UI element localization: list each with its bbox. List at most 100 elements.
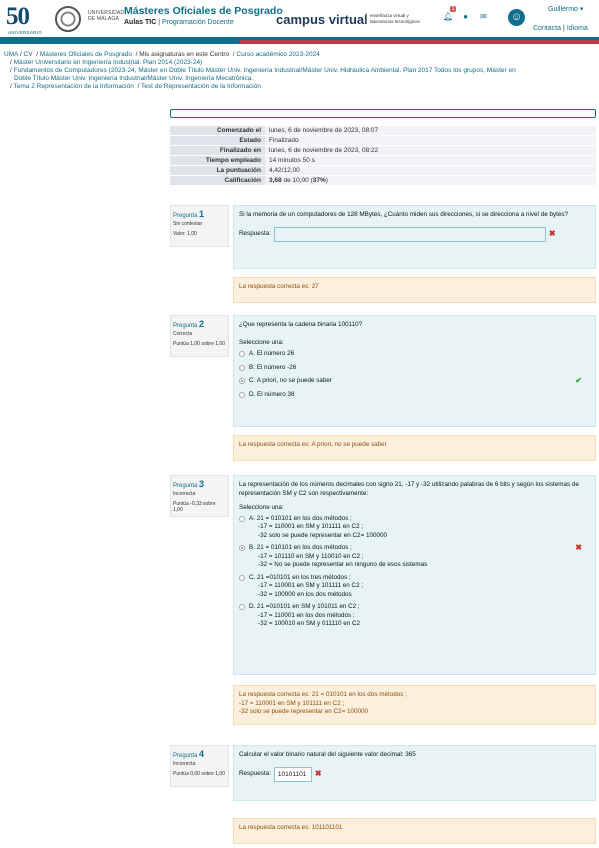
campus-virtual-logo[interactable]: campus virtual [276,12,368,27]
answer-label: Respuesta: [239,769,271,777]
question-info: Pregunta 2 Correcta Puntúa 1,00 sobre 1,… [170,315,229,357]
university-seal-icon[interactable] [55,6,81,32]
incorrect-icon: ✖ [548,228,556,238]
breadcrumb-item[interactable]: Curso académico 2023-2024 [236,51,319,58]
table-row: Finalizado en lunes, 6 de noviembre de 20… [170,145,596,156]
question-marks: Valor: 1,00 [173,231,197,237]
anniversary-number: 50 [6,3,30,30]
notification-badge: 1 [450,6,456,12]
question-content: ¿Que representa la cadena binaria 100110… [233,315,596,427]
question-status: Incorrecta [173,491,196,497]
correct-answer-feedback: La respuesta correcta es: A priori, no s… [233,435,596,461]
bell-icon[interactable]: 🔔︎ 1 [443,6,456,21]
answer-option[interactable]: D. 21 =010101 en SM y 101011 en C2 ; -17 … [239,603,590,629]
breadcrumb-item[interactable]: Mis asignaturas en este Centro [139,51,229,58]
campus-virtual-tagline: enseñanza virtual y laboratorios tecnoló… [366,13,420,24]
breadcrumb: UMA / CV / Másteres Oficiales de Posgrad… [4,51,594,91]
caret-down-icon: ▾ [579,6,584,13]
radio-button[interactable] [239,574,245,581]
breadcrumb-item[interactable]: CV [24,51,33,58]
select-label: Seleccione una: [239,338,284,346]
question-status: Sin contestar [173,221,203,227]
breadcrumb-item[interactable]: UMA [4,51,18,58]
question-content: Si la memoria de un computadores de 128 … [233,205,596,269]
question-text: ¿Que representa la cadena binaria 100110… [239,321,363,328]
radio-button[interactable] [239,391,245,398]
answer-option[interactable]: A. El número 26 [239,350,590,359]
attempt-summary-table: Comenzado el lunes, 6 de noviembre de 202… [170,126,596,186]
question-text: Si la memoria de un computadores de 128 … [239,211,569,218]
breadcrumb-item[interactable]: Tema 2 Representación de la Información [14,83,134,90]
question-status: Correcta [173,331,193,337]
breadcrumb-row: / Máster Universitario en Ingeniería Ind… [10,59,203,66]
table-row: Calificación 3,68 de 10,00 (37%) [170,175,596,186]
quiz-review: Comenzado el lunes, 6 de noviembre de 202… [170,109,596,186]
incorrect-icon: ✖ [575,543,582,552]
question-info: Pregunta 1 Sin contestar Valor: 1,00 [170,205,229,247]
breadcrumb-item-continued[interactable]: Doble Título Máster Univ. Ingeniería Ind… [14,75,253,82]
breadcrumb-row: / Fundamentos de Computadores (2023-24, … [10,67,516,74]
radio-button[interactable] [239,515,245,522]
question-text: La representación de los números decimal… [239,481,579,497]
answer-field[interactable]: 10101101 [273,766,312,782]
breadcrumb-item[interactable]: Másteres Oficiales de Posgrado [40,51,132,58]
quiz-navigation-bar[interactable] [170,109,596,118]
question-text: Calcular el valor binario natural del si… [239,751,416,758]
top-links: Contacta | Idioma [533,25,588,32]
answer-option[interactable]: A. 21 = 010101 en los dos métodos ; -17 =… [239,515,590,541]
answer-label: Respuesta: [239,229,271,237]
user-menu[interactable]: Guillermo ▾ [548,5,583,13]
answer-option[interactable]: C. A priori, no se puede saber ✔ [239,376,590,386]
answer-options: A. 21 = 010101 en los dos métodos ; -17 =… [239,515,590,629]
question-info: Pregunta 3 Incorrecta Puntúa -0,33 sobre… [170,475,229,517]
accessibility-icon[interactable]: ☺︎ [508,9,525,26]
breadcrumb-row: / Tema 2 Representación de la Informació… [10,83,261,90]
site-header: 50 ANIVERSARIO UNIVERSIDAD DE MÁLAGA Más… [0,0,599,40]
question-marks: Puntúa 0,00 sobre 1,00 [173,771,225,777]
chat-bubble-icon[interactable]: ● [461,12,470,21]
university-name: UNIVERSIDAD DE MÁLAGA [88,10,125,22]
correct-answer-feedback: La respuesta correcta es: 21 = 010101 en… [233,685,596,725]
breadcrumb-row: UMA / CV / Másteres Oficiales de Posgrad… [4,51,320,58]
envelope-icon[interactable]: ✉︎ [479,12,488,21]
breadcrumb-item[interactable]: Fundamentos de Computadores (2023-24, Má… [14,67,516,74]
correct-answer-feedback: La respuesta correcta es: 101101101 [233,818,596,844]
header-icons: 🔔︎ 1 ● ✉︎ [443,6,488,21]
radio-button[interactable] [239,351,245,357]
incorrect-icon: ✖ [314,768,322,778]
question-status: Incorrecta [173,761,196,767]
anniversary-logo[interactable]: 50 ANIVERSARIO [6,3,46,36]
language-link[interactable]: Idioma [567,25,588,32]
radio-button[interactable] [239,364,245,371]
answer-field[interactable] [273,226,546,242]
header-stripe [0,40,599,44]
select-label: Seleccione una: [239,504,284,511]
breadcrumb-item[interactable]: Máster Universitario en Ingeniería Indus… [14,59,203,66]
contact-link[interactable]: Contacta [533,25,561,32]
answer-option[interactable]: B. El número -26 [239,364,590,373]
site-subtitle: Aulas TIC | Programación Docente [124,19,234,26]
question-info: Pregunta 4 Incorrecta Puntúa 0,00 sobre … [170,745,229,787]
radio-button[interactable] [239,604,245,610]
answer-option[interactable]: D. El número 38 [239,391,590,400]
correct-answer-feedback: La respuesta correcta es: 27 [233,277,596,303]
table-row: Tiempo empleado 14 minutos 50 s [170,155,596,166]
question-marks: Puntúa -0,33 sobre 1,00 [173,501,216,513]
site-title[interactable]: Másteres Oficiales de Posgrado Aulas TIC… [124,5,283,26]
breadcrumb-row: Doble Título Máster Univ. Ingeniería Ind… [4,75,594,83]
radio-button-selected[interactable] [239,545,245,551]
table-row: Estado Finalizado [170,135,596,146]
question-content: Calcular el valor binario natural del si… [233,745,596,801]
site-title-main: Másteres Oficiales de Posgrado [124,5,283,17]
table-row: La puntuación 4,42/12,00 [170,165,596,176]
radio-button-selected[interactable] [239,378,245,384]
table-row: Comenzado el lunes, 6 de noviembre de 202… [170,126,596,136]
answer-option[interactable]: B. 21 = 010101 en los dos métodos ; -17 =… [239,543,590,570]
breadcrumb-item[interactable]: Test de Representación de la Información [141,83,261,90]
question-marks: Puntúa 1,00 sobre 1,00 [173,341,225,347]
anniversary-label: ANIVERSARIO [8,30,43,35]
question-content: La representación de los números decimal… [233,475,596,675]
correct-check-icon: ✔ [575,376,582,385]
answer-option[interactable]: C. 21 =010101 en los tres métodos ; -17 =… [239,574,590,600]
answer-options: A. El número 26 B. El número -26 C. A pr… [239,350,590,399]
